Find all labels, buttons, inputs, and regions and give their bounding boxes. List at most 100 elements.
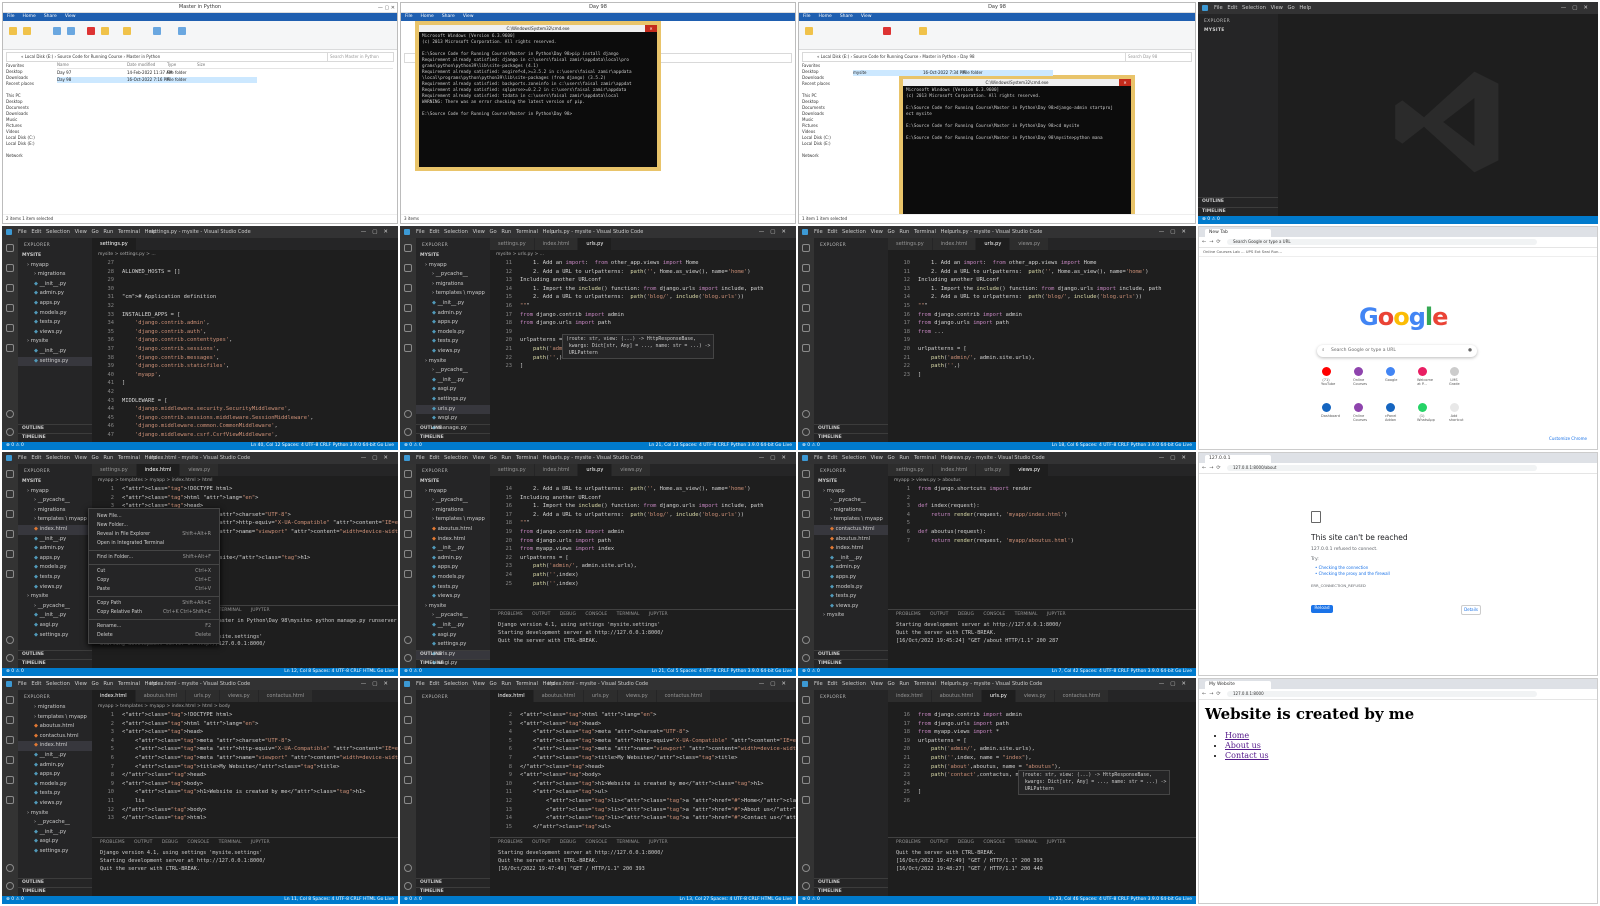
context-menu-item[interactable]: Reveal in File Explorer Shift+Alt+R bbox=[89, 530, 219, 539]
file-tree-item[interactable]: ◆ apps.py bbox=[18, 299, 92, 309]
outline-section[interactable]: OUTLINE bbox=[416, 878, 490, 887]
ribbon-tab[interactable]: Home bbox=[421, 13, 434, 21]
bookmarks-bar[interactable]: Online Courses Lab ... UPS Ext Seal Run.… bbox=[1199, 248, 1597, 257]
source-control-icon[interactable] bbox=[6, 284, 14, 292]
outline-section[interactable]: OUTLINE bbox=[814, 650, 888, 659]
file-tree-item[interactable]: ◆ wsgi.py bbox=[416, 414, 490, 424]
breadcrumb[interactable] bbox=[888, 702, 1196, 711]
close-icon[interactable]: ✕ bbox=[1119, 79, 1131, 86]
testing-icon[interactable] bbox=[404, 570, 412, 578]
run-debug-icon[interactable] bbox=[6, 304, 14, 312]
file-tree-item[interactable]: › __pycache__ bbox=[18, 818, 92, 828]
editor-tab[interactable]: views.py bbox=[1015, 690, 1055, 702]
source-control-icon[interactable] bbox=[404, 284, 412, 292]
run-debug-icon[interactable] bbox=[404, 304, 412, 312]
file-tree-item[interactable]: ◆ __init__.py bbox=[814, 554, 888, 564]
account-icon[interactable] bbox=[404, 864, 412, 872]
editor-tab[interactable]: settings.py bbox=[92, 464, 137, 476]
window-controls[interactable]: —▢✕ bbox=[759, 678, 792, 690]
file-row[interactable]: mysite 16-Oct-2022 7:34 PM File folder bbox=[853, 70, 1053, 76]
file-tree-item[interactable]: ◆ models.py bbox=[814, 583, 888, 593]
terminal-panel[interactable]: PROBLEMS OUTPUT DEBUG CONSOLE TERMINAL J… bbox=[490, 837, 796, 896]
search-icon[interactable] bbox=[404, 490, 412, 498]
file-tree-item[interactable]: ◆ __init__.py bbox=[18, 280, 92, 290]
close-icon[interactable]: ✕ bbox=[645, 25, 657, 32]
source-control-icon[interactable] bbox=[802, 510, 810, 518]
file-tree-item[interactable]: ◆ apps.py bbox=[814, 573, 888, 583]
breadcrumb[interactable]: mysite > settings.py > ... bbox=[92, 250, 398, 259]
file-tree-item[interactable]: › __pycache__ bbox=[18, 602, 92, 612]
source-control-icon[interactable] bbox=[802, 284, 810, 292]
nav-link[interactable]: Contact us bbox=[1225, 751, 1269, 760]
account-icon[interactable] bbox=[404, 410, 412, 418]
window-controls[interactable]: —▢✕ bbox=[759, 226, 792, 238]
file-tree-item[interactable]: ◆ __init__.py bbox=[416, 621, 490, 631]
breadcrumb[interactable] bbox=[490, 702, 796, 711]
explorer-icon[interactable] bbox=[802, 470, 810, 478]
file-tree-item[interactable]: › myapp bbox=[18, 261, 92, 271]
account-icon[interactable] bbox=[6, 864, 14, 872]
timeline-section[interactable]: TIMELINE bbox=[1198, 207, 1278, 216]
extensions-icon[interactable] bbox=[802, 776, 810, 784]
editor-tab[interactable]: index.html bbox=[932, 464, 977, 476]
file-tree-item[interactable]: ◆ __init__.py bbox=[18, 611, 92, 621]
timeline-section[interactable]: TIMELINE bbox=[416, 659, 490, 668]
copy-to-icon[interactable] bbox=[67, 27, 75, 35]
window-controls[interactable]: —▢✕ bbox=[361, 452, 394, 464]
file-tree-item[interactable]: ◆ settings.py bbox=[416, 395, 490, 405]
file-tree-item[interactable]: ◆ tests.py bbox=[18, 573, 92, 583]
file-tree-item[interactable]: ◆ models.py bbox=[18, 780, 92, 790]
file-tree-item[interactable]: ◆ index.html bbox=[18, 741, 92, 751]
explorer-sidebar[interactable]: EXPLORER MYSITE OUTLINE TIMELINE bbox=[1198, 14, 1278, 216]
editor-tabs[interactable]: settings.py bbox=[92, 238, 398, 250]
run-debug-icon[interactable] bbox=[6, 756, 14, 764]
file-tree[interactable] bbox=[814, 248, 888, 251]
file-tree-item[interactable]: ◆ asgi.py bbox=[18, 621, 92, 631]
nav-link[interactable]: Home bbox=[1225, 731, 1249, 740]
code-editor[interactable]: 2 <"attr">class="tag">html "attr">lang="e… bbox=[490, 711, 797, 831]
shortcut-tile[interactable]: Google bbox=[1385, 367, 1397, 382]
account-icon[interactable] bbox=[802, 410, 810, 418]
account-icon[interactable] bbox=[802, 864, 810, 872]
editor-tabs[interactable]: settings.py index.html urls.py views.py bbox=[490, 464, 796, 476]
breadcrumb[interactable] bbox=[888, 250, 1196, 259]
rename-icon[interactable] bbox=[101, 27, 109, 35]
nav-buttons[interactable]: ←→⟳ bbox=[1202, 691, 1224, 697]
explorer-icon[interactable] bbox=[802, 244, 810, 252]
search-icon[interactable] bbox=[6, 264, 14, 272]
address-bar[interactable]: « Local Disk (E:) › Source Code for Runn… bbox=[6, 52, 394, 62]
file-tree-item[interactable]: › __pycache__ bbox=[416, 270, 490, 280]
delete-icon[interactable] bbox=[883, 27, 891, 35]
outline-section[interactable]: OUTLINE bbox=[416, 650, 490, 659]
editor-tabs[interactable]: settings.py index.html views.py bbox=[92, 464, 398, 476]
new-folder-icon[interactable] bbox=[919, 27, 927, 35]
ribbon-tabs[interactable]: File Home Share View bbox=[401, 13, 795, 21]
file-tree-item[interactable]: ◆ admin.py bbox=[416, 554, 490, 564]
account-icon[interactable] bbox=[6, 410, 14, 418]
shortcut-tile[interactable]: Add shortcut bbox=[1449, 403, 1464, 422]
search-icon[interactable] bbox=[802, 716, 810, 724]
outline-section[interactable]: OUTLINE bbox=[18, 878, 92, 887]
terminal-panel[interactable]: PROBLEMS OUTPUT DEBUG CONSOLE TERMINAL J… bbox=[888, 609, 1196, 668]
window-controls[interactable]: —▢✕ bbox=[1159, 452, 1192, 464]
ribbon-tab[interactable]: File bbox=[405, 13, 413, 21]
copy-icon[interactable] bbox=[9, 27, 17, 35]
extensions-icon[interactable] bbox=[404, 776, 412, 784]
file-tree-item[interactable]: ◆ admin.py bbox=[814, 563, 888, 573]
window-controls[interactable]: — ▢ ✕ bbox=[378, 4, 395, 13]
run-debug-icon[interactable] bbox=[802, 530, 810, 538]
file-tree-item[interactable]: ◆ admin.py bbox=[416, 309, 490, 319]
timeline-section[interactable]: TIMELINE bbox=[18, 887, 92, 896]
breadcrumb[interactable]: myapp > views.py > aboutus bbox=[888, 476, 1196, 485]
code-editor[interactable]: 1 <"attr">class="tag">!DOCTYPE html> 2 <"at… bbox=[92, 711, 399, 823]
terminal-tabs[interactable]: PROBLEMS OUTPUT DEBUG CONSOLE TERMINAL J… bbox=[888, 838, 1196, 848]
ribbon-toolbar[interactable] bbox=[799, 21, 1195, 50]
file-tree-item[interactable]: › templates \ myapp bbox=[416, 515, 490, 525]
address-bar[interactable]: 127.0.0.1:8000 bbox=[1227, 691, 1537, 697]
explorer-sidebar[interactable]: EXPLORER › migrations › templates \ myapp ◆… bbox=[18, 690, 92, 896]
file-tree-item[interactable]: ◆ asgi.py bbox=[416, 385, 490, 395]
cmd-window[interactable]: C:\Windows\System32\cmd.exe ✕ Microsoft W… bbox=[415, 21, 661, 171]
customize-chrome-button[interactable]: Customize Chrome bbox=[1549, 436, 1587, 441]
editor-tab[interactable]: aboutus.html bbox=[533, 690, 584, 702]
search-icon[interactable] bbox=[6, 716, 14, 724]
